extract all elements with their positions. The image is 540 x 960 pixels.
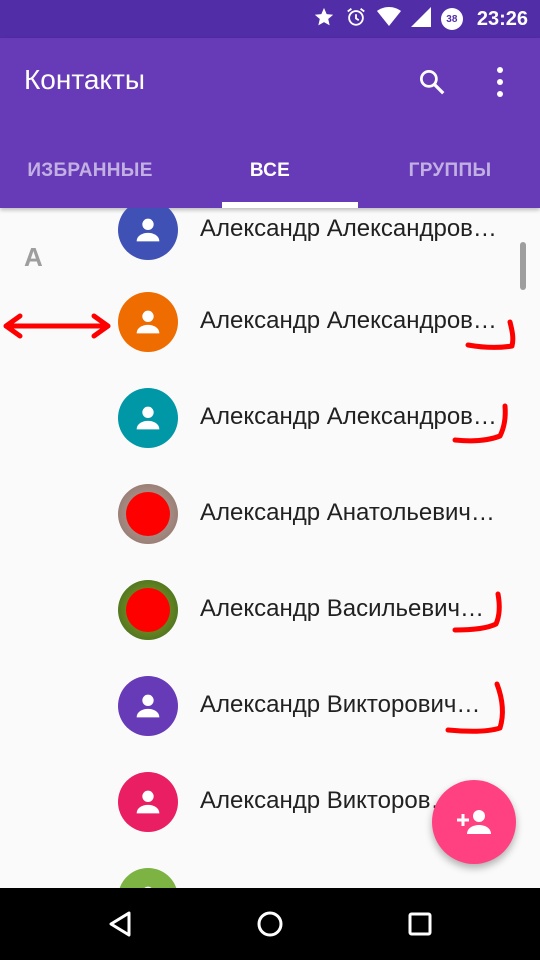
contact-name: Александр Александров… <box>200 307 497 334</box>
status-icons: 38 23:26 <box>313 0 528 38</box>
tab-groups[interactable]: ГРУППЫ <box>360 134 540 208</box>
contact-row[interactable]: Александр Александров… <box>0 370 540 466</box>
contact-row[interactable]: Александр Васильевич… <box>0 562 540 658</box>
person-icon <box>144 886 152 888</box>
page-title: Контакты <box>24 64 145 95</box>
person-icon <box>136 694 160 718</box>
contact-name: Александр Васильевич… <box>200 595 485 622</box>
person-icon <box>136 218 160 242</box>
wifi-icon <box>376 6 401 32</box>
contact-name: Александр Викторович… <box>200 691 481 718</box>
add-contact-button[interactable] <box>432 780 516 864</box>
contact-name: Александр Александров… <box>200 403 497 430</box>
back-icon <box>109 911 131 937</box>
status-bar: 38 23:26 <box>0 0 540 38</box>
avatar <box>118 388 178 448</box>
avatar <box>118 868 178 888</box>
star-icon <box>313 6 335 33</box>
signal-icon <box>410 6 431 32</box>
contact-name: Александр Александров… <box>200 215 497 242</box>
tab-bar: ИЗБРАННЫЕ ВСЕ ГРУППЫ <box>0 134 540 208</box>
status-time: 23:26 <box>476 7 528 30</box>
contact-row[interactable]: Александр Анатольевич… <box>0 466 540 562</box>
contact-name: Александр Анатольевич… <box>200 499 495 526</box>
tab-all[interactable]: ВСЕ <box>180 134 360 208</box>
avatar <box>118 772 178 832</box>
recents-button[interactable] <box>396 900 444 948</box>
search-icon <box>417 67 447 102</box>
add-person-icon <box>457 810 491 834</box>
navigation-bar <box>0 888 540 960</box>
search-button[interactable] <box>408 60 456 108</box>
home-button[interactable] <box>246 900 294 948</box>
battery-icon: 38 <box>440 8 463 30</box>
back-button[interactable] <box>96 900 144 948</box>
avatar-photo <box>118 484 178 544</box>
recents-icon <box>408 912 432 936</box>
tab-favorites[interactable]: ИЗБРАННЫЕ <box>0 134 180 208</box>
avatar <box>118 292 178 352</box>
contact-row[interactable]: Александр Викторович… <box>0 658 540 754</box>
contact-row[interactable]: Александр Александров… <box>0 274 540 370</box>
person-icon <box>136 406 160 430</box>
avatar-photo <box>118 580 178 640</box>
contact-row[interactable]: Александр Александров… <box>0 208 540 278</box>
person-icon <box>136 790 160 814</box>
avatar <box>118 208 178 260</box>
more-options-button[interactable] <box>476 60 524 108</box>
alarm-icon <box>345 6 367 33</box>
person-icon <box>136 310 160 334</box>
app-bar: Контакты ИЗБРАННЫЕ ВСЕ ГРУППЫ <box>0 38 540 208</box>
home-icon <box>257 911 283 937</box>
more-vert-icon <box>495 66 505 103</box>
avatar <box>118 676 178 736</box>
